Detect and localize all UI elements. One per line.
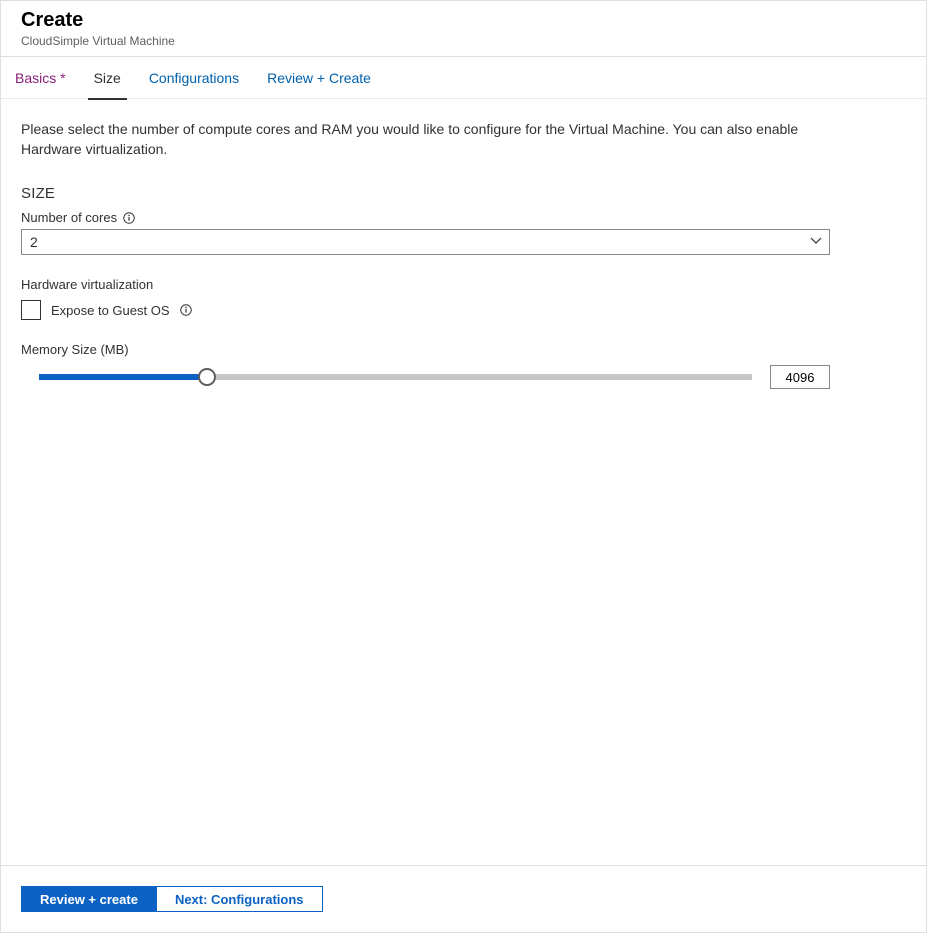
button-label: Next: Configurations [175, 892, 304, 907]
page-title: Create [21, 9, 906, 32]
info-icon[interactable] [180, 304, 192, 316]
create-wizard-frame: Create CloudSimple Virtual Machine Basic… [0, 0, 927, 933]
cores-label: Number of cores [21, 210, 117, 225]
cores-value: 2 [30, 234, 38, 250]
tab-size[interactable]: Size [92, 57, 123, 99]
tab-label: Size [94, 70, 121, 86]
expose-checkbox[interactable] [21, 300, 41, 320]
next-configurations-button[interactable]: Next: Configurations [157, 886, 323, 912]
memory-label: Memory Size (MB) [21, 342, 906, 357]
review-create-button[interactable]: Review + create [21, 886, 157, 912]
slider-thumb[interactable] [198, 368, 216, 386]
description-text: Please select the number of compute core… [21, 119, 841, 159]
memory-row [21, 365, 830, 389]
memory-input[interactable] [770, 365, 830, 389]
cores-label-row: Number of cores [21, 210, 906, 225]
tab-label: Configurations [149, 70, 239, 86]
page-subtitle: CloudSimple Virtual Machine [21, 34, 906, 48]
tab-review-create[interactable]: Review + Create [265, 57, 373, 99]
info-icon[interactable] [123, 212, 135, 224]
content-area: Please select the number of compute core… [1, 99, 926, 865]
cores-select[interactable]: 2 [21, 229, 830, 255]
header: Create CloudSimple Virtual Machine [1, 1, 926, 56]
slider-fill [39, 374, 207, 380]
memory-slider[interactable] [21, 367, 752, 387]
tab-label: Basics * [15, 70, 66, 86]
wizard-footer: Review + create Next: Configurations [1, 865, 926, 932]
tab-configurations[interactable]: Configurations [147, 57, 241, 99]
tab-basics[interactable]: Basics * [13, 57, 68, 99]
wizard-tabs: Basics * Size Configurations Review + Cr… [1, 57, 926, 99]
tab-label: Review + Create [267, 70, 371, 86]
expose-label: Expose to Guest OS [51, 303, 170, 318]
section-title-size: SIZE [21, 185, 906, 202]
button-label: Review + create [40, 892, 138, 907]
hw-virt-label: Hardware virtualization [21, 277, 906, 292]
expose-row: Expose to Guest OS [21, 300, 906, 320]
cores-select-box[interactable]: 2 [21, 229, 830, 255]
